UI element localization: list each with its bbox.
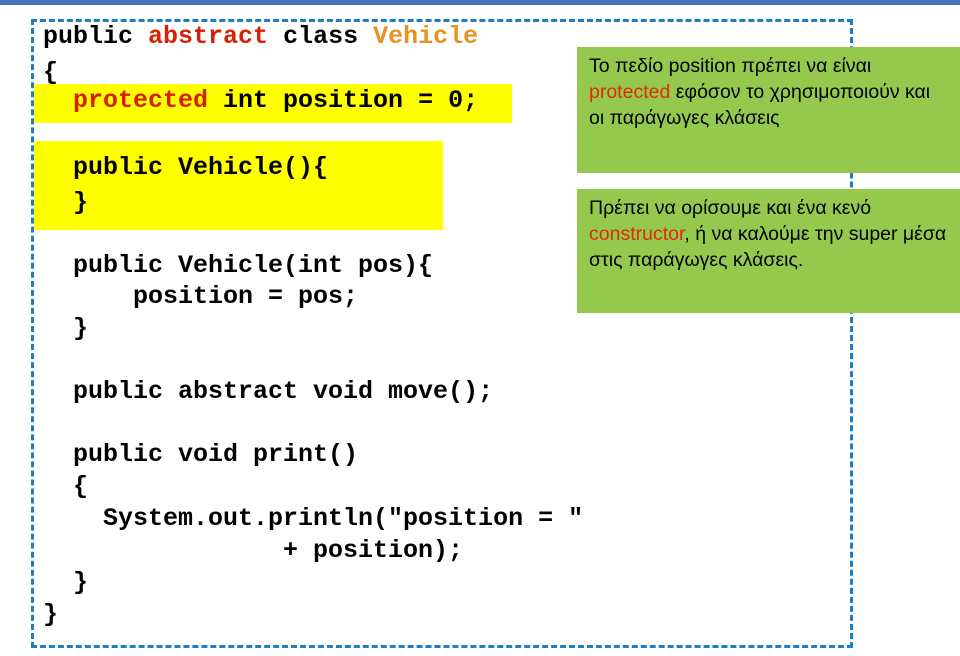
code-line-param-constructor-body: position = pos; [133, 282, 359, 311]
code-line-class-declaration: public abstract class Vehicle [43, 24, 478, 49]
code-token-public: public [43, 22, 149, 51]
code-line-abstract-move: public abstract void move(); [73, 377, 494, 406]
annotation-default-constructor: Πρέπει να ορίσουμε και ένα κενό construc… [577, 189, 960, 313]
code-token-class-name: Vehicle [373, 22, 479, 51]
code-line-class-open-brace: { [43, 58, 59, 87]
code-line-print-signature: public void print() [73, 440, 359, 469]
code-token-protected: protected [73, 86, 209, 115]
code-line-println-part2: + position); [283, 536, 464, 565]
code-line-print-close-brace: } [73, 568, 89, 597]
annotation-keyword-protected: protected [589, 81, 671, 103]
annotation-text-part1: Πρέπει να ορίσουμε και ένα κενό [589, 197, 872, 219]
annotation-keyword-constructor: constructor [589, 223, 685, 245]
code-line-field-declaration: protected int position = 0; [73, 88, 478, 113]
annotation-protected-field: Το πεδίο position πρέπει να είναι protec… [577, 47, 960, 173]
code-line-println-part1: System.out.println("position = " [103, 504, 584, 533]
code-token-abstract: abstract [148, 22, 269, 51]
code-token-field-rest: int position = 0; [208, 86, 479, 115]
code-line-default-constructor-close: } [73, 188, 89, 217]
annotation-text-part1: Το πεδίο position πρέπει να είναι [589, 55, 872, 77]
code-line-param-constructor-close: } [73, 314, 89, 343]
code-token-class: class [268, 22, 374, 51]
code-line-print-open-brace: { [73, 472, 89, 501]
code-line-default-constructor: public Vehicle(){ [73, 153, 329, 182]
code-line-class-close-brace: } [43, 600, 59, 629]
code-line-param-constructor: public Vehicle(int pos){ [73, 251, 434, 280]
